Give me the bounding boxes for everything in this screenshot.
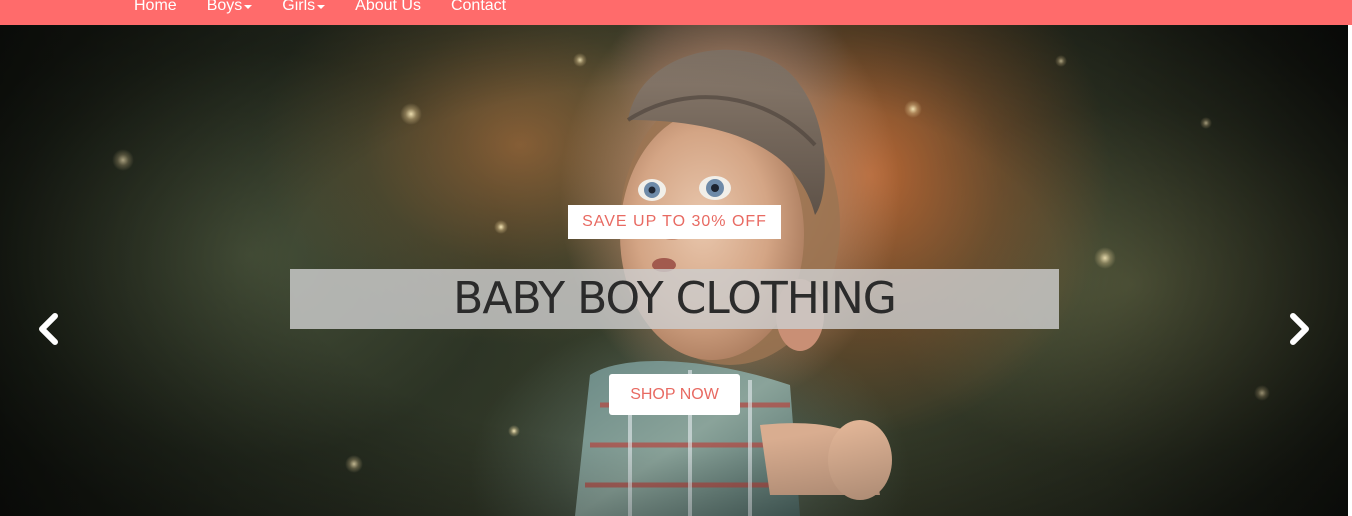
nav-item-label: Home <box>134 0 177 14</box>
hero-carousel: SAVE UP TO 30% OFF BABY BOY CLOTHING SHO… <box>0 25 1348 516</box>
carousel-next-button[interactable] <box>1284 313 1316 345</box>
caret-down-icon <box>317 5 326 9</box>
top-navbar: Home Boys Girls About Us Contact <box>0 0 1352 25</box>
promo-badge-text: SAVE UP TO 30% OFF <box>582 213 767 230</box>
chevron-left-icon <box>39 313 58 345</box>
hero-headline-box: BABY BOY CLOTHING <box>290 269 1059 329</box>
hero-headline: BABY BOY CLOTHING <box>453 273 897 324</box>
promo-badge: SAVE UP TO 30% OFF <box>568 205 781 239</box>
nav-item-contact[interactable]: Contact <box>451 0 506 16</box>
shop-now-label: SHOP NOW <box>630 385 719 403</box>
page: Home Boys Girls About Us Contact SAVE UP… <box>0 0 1352 516</box>
nav-menu: Home Boys Girls About Us Contact <box>134 0 536 16</box>
nav-item-about-us[interactable]: About Us <box>355 0 421 16</box>
carousel-prev-button[interactable] <box>32 313 64 345</box>
caret-down-icon <box>244 5 253 9</box>
shop-now-button[interactable]: SHOP NOW <box>609 374 740 415</box>
nav-item-label: Girls <box>282 0 316 14</box>
nav-item-home[interactable]: Home <box>134 0 177 16</box>
chevron-right-icon <box>1290 313 1309 345</box>
nav-item-girls[interactable]: Girls <box>282 0 326 16</box>
page-edge <box>1348 25 1352 516</box>
nav-item-label: Boys <box>206 0 243 14</box>
nav-item-boys[interactable]: Boys <box>207 0 253 16</box>
nav-item-label: About Us <box>355 0 421 14</box>
nav-item-label: Contact <box>450 0 507 14</box>
